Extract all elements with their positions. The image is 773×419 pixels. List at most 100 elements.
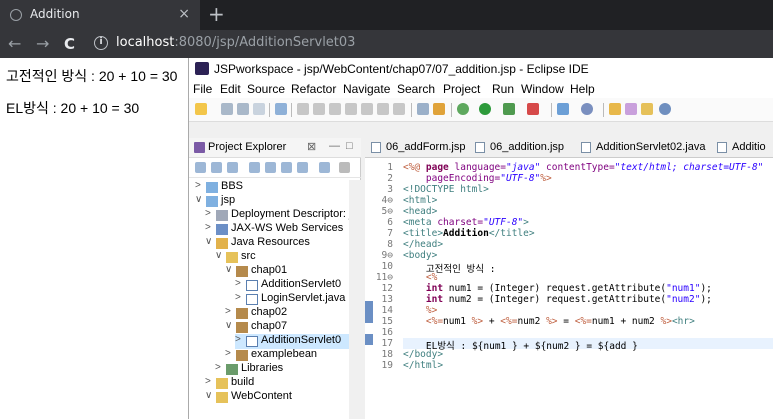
descriptor-icon (216, 210, 228, 221)
browser-tab[interactable]: Addition × (0, 0, 200, 30)
menu-navigate[interactable]: Navigate (343, 82, 390, 96)
save-icon[interactable] (221, 103, 233, 115)
globe-icon (10, 9, 22, 21)
run-icon[interactable] (479, 103, 491, 115)
maximize-view-icon[interactable]: □ (346, 140, 353, 152)
external-tools-icon[interactable] (527, 103, 539, 115)
tab-title: Addition (30, 7, 80, 21)
menu-search[interactable]: Search (397, 82, 435, 96)
project-explorer-title[interactable]: Project Explorer (208, 141, 286, 153)
close-tab-icon[interactable]: × (178, 6, 190, 22)
code-editor: 06_addForm.jsp 06_addition.jsp AdditionS… (365, 138, 773, 419)
eclipse-window: JSPworkspace - jsp/WebContent/chap07/07_… (188, 58, 773, 419)
resume-icon[interactable] (297, 103, 309, 115)
line-number: 18 (381, 349, 393, 360)
line-number: 17 (381, 338, 393, 349)
step-over-icon[interactable] (377, 103, 389, 115)
package-icon (236, 266, 248, 277)
package-icon (236, 350, 248, 361)
step-return-icon[interactable] (393, 103, 405, 115)
line-number: 1 (387, 162, 393, 173)
code-line: <!DOCTYPE html> (403, 184, 489, 195)
build-icon[interactable] (433, 103, 445, 115)
project-explorer-icon (194, 142, 205, 153)
code-line: </body> (403, 349, 444, 360)
code-line: int num1 = (Integer) request.getAttribut… (403, 283, 712, 294)
code-line: <title>Addition</title> (403, 228, 535, 239)
menu-source[interactable]: Source (247, 82, 285, 96)
code-line-current: EL방식 : ${num1 } + ${num2 } = ${add } (403, 338, 773, 352)
filter-icon[interactable] (281, 162, 292, 173)
terminate-icon[interactable] (329, 103, 341, 115)
menu-window[interactable]: Window (521, 82, 564, 96)
collapse-all-icon[interactable] (249, 162, 260, 173)
perspective-icon[interactable] (659, 103, 671, 115)
open-folder-icon[interactable] (609, 103, 621, 115)
debug-skip-icon[interactable] (275, 103, 287, 115)
address-bar[interactable]: i localhost:8080/jsp/AdditionServlet03 (90, 32, 773, 56)
tree-item-selected[interactable]: > AdditionServlet0 (235, 334, 349, 349)
web-services-icon (216, 224, 228, 235)
browser-toolbar: ← → C i localhost:8080/jsp/AdditionServl… (0, 30, 773, 58)
forward-arrow-icon[interactable]: → (36, 35, 49, 53)
close-view-icon[interactable]: ⊠ (307, 140, 316, 153)
pencil-icon[interactable] (641, 103, 653, 115)
step-into-icon[interactable] (361, 103, 373, 115)
open-task-icon[interactable] (417, 103, 429, 115)
line-number: 4⊖ (381, 195, 393, 206)
link-editor-icon[interactable] (265, 162, 276, 173)
jsp-file-icon (475, 142, 485, 153)
save-all-icon[interactable] (237, 103, 249, 115)
libraries-icon (226, 364, 238, 375)
forward-nav-icon[interactable] (211, 162, 222, 173)
back-arrow-icon[interactable]: ← (8, 35, 21, 53)
code-line: <meta charset="UTF-8"> (403, 217, 529, 228)
url-text: localhost:8080/jsp/AdditionServlet03 (116, 35, 356, 50)
coverage-icon[interactable] (503, 103, 515, 115)
java-file-icon (717, 142, 727, 153)
code-line: <%=num1 %> + <%=num2 %> = <%=num1 + num2… (403, 316, 695, 327)
menu-project[interactable]: Project (443, 82, 480, 96)
menu-run[interactable]: Run (492, 82, 514, 96)
minimize-view-icon[interactable]: — (329, 140, 340, 152)
jsp-file-icon (371, 142, 381, 153)
toolbar-separator (269, 103, 270, 117)
reload-button[interactable]: C (64, 35, 75, 53)
eclipse-menu-bar: File Edit Source Refactor Navigate Searc… (189, 80, 773, 98)
view-menu-icon[interactable] (297, 162, 308, 173)
folder-icon (216, 392, 228, 403)
print-icon[interactable] (253, 103, 265, 115)
line-number: 13 (381, 294, 393, 305)
classic-result-text: 고전적인 방식 : 20 + 10 = 30 (6, 68, 178, 84)
menu-refactor[interactable]: Refactor (291, 82, 336, 96)
code-line: <%@ page language="java" contentType="te… (403, 162, 764, 173)
code-line: int num2 = (Integer) request.getAttribut… (403, 294, 712, 305)
java-file-icon (246, 280, 258, 291)
code-line: <html> (403, 195, 438, 206)
search-tool-icon[interactable] (625, 103, 637, 115)
java-file-icon (581, 142, 591, 153)
overflow-icon[interactable] (339, 162, 350, 173)
up-nav-icon[interactable] (227, 162, 238, 173)
suspend-icon[interactable] (313, 103, 325, 115)
line-number: 6 (387, 217, 393, 228)
new-server-icon[interactable] (557, 103, 569, 115)
focus-icon[interactable] (319, 162, 330, 173)
line-number: 15 (381, 316, 393, 327)
menu-file[interactable]: File (193, 82, 212, 96)
menu-edit[interactable]: Edit (220, 82, 241, 96)
java-file-icon (246, 294, 258, 305)
back-nav-icon[interactable] (195, 162, 206, 173)
menu-help[interactable]: Help (570, 82, 595, 96)
info-icon[interactable]: i (94, 36, 108, 50)
explorer-scrollbar[interactable] (349, 180, 361, 419)
open-type-icon[interactable] (581, 103, 593, 115)
new-file-icon[interactable] (195, 103, 207, 115)
code-line: %> (403, 305, 438, 316)
code-line: <% (403, 272, 438, 283)
line-number: 12 (381, 283, 393, 294)
new-tab-button[interactable]: + (208, 3, 225, 25)
line-number: 2 (387, 173, 393, 184)
debug-icon[interactable] (457, 103, 469, 115)
disconnect-icon[interactable] (345, 103, 357, 115)
